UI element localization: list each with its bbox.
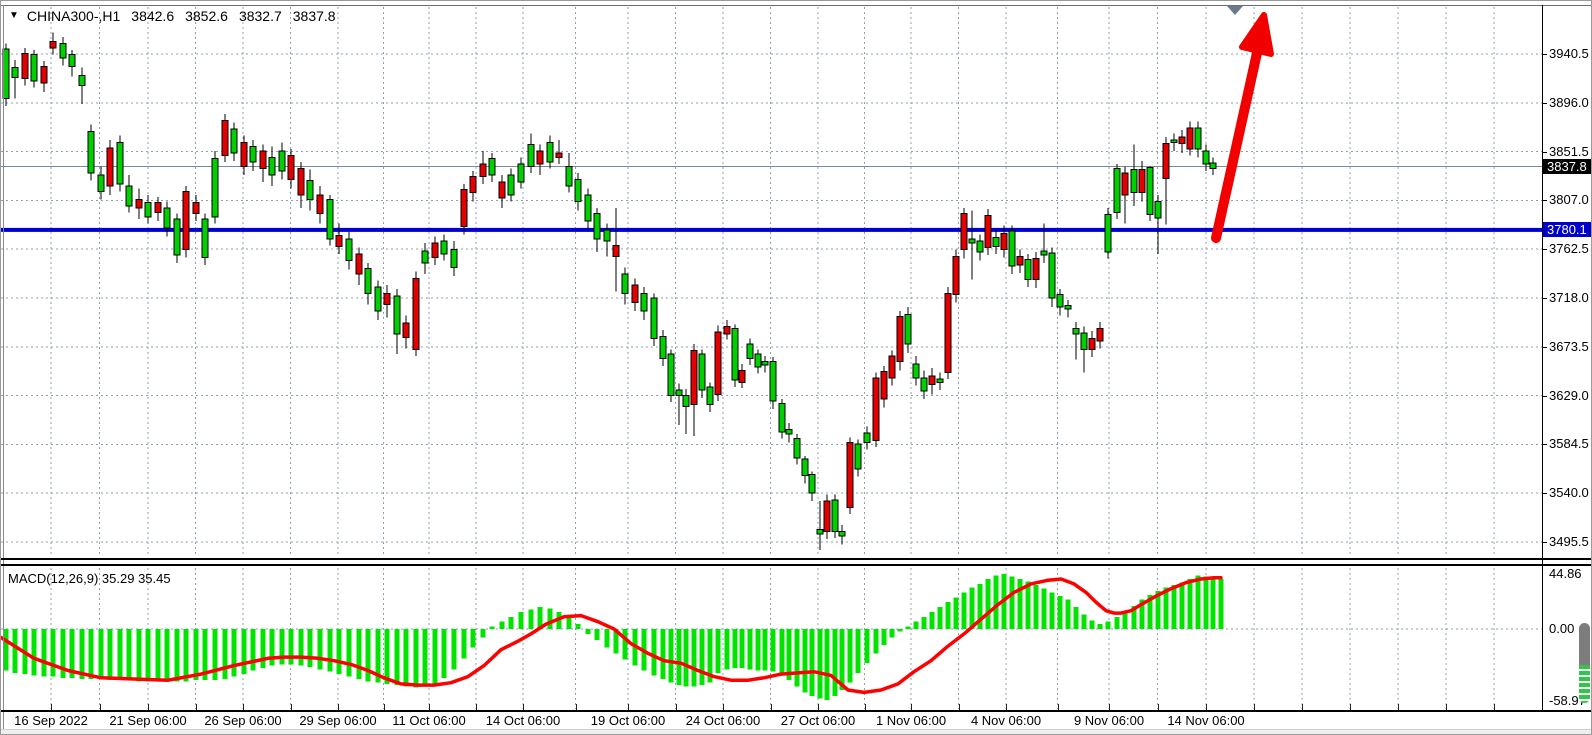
price-axis-border bbox=[1542, 5, 1543, 711]
time-axis-label: 14 Oct 06:00 bbox=[486, 713, 560, 728]
time-axis-tick bbox=[148, 704, 149, 710]
time-axis-tick bbox=[476, 704, 477, 710]
price-axis-label: 3673.5 bbox=[1549, 339, 1589, 354]
price-axis-label: 3896.0 bbox=[1549, 95, 1589, 110]
price-axis-tick bbox=[1542, 103, 1547, 104]
time-axis-tick bbox=[1350, 704, 1351, 710]
time-axis-tick bbox=[100, 704, 101, 710]
price-axis-tick bbox=[1542, 152, 1547, 153]
time-axis-tick bbox=[628, 704, 629, 710]
price-axis-tick bbox=[1542, 396, 1547, 397]
chart-window: ▼ CHINA300-,H1 3842.6 3852.6 3832.7 3837… bbox=[0, 0, 1592, 735]
time-axis-tick bbox=[576, 704, 577, 710]
hline-price-badge: 3780.1 bbox=[1543, 222, 1592, 237]
time-axis-tick bbox=[771, 704, 772, 710]
time-axis-tick bbox=[723, 704, 724, 710]
symbol-period-label: CHINA300-,H1 bbox=[27, 8, 120, 24]
time-axis-label: 26 Sep 06:00 bbox=[204, 713, 281, 728]
time-axis-label: 19 Oct 06:00 bbox=[591, 713, 665, 728]
time-axis-tick bbox=[676, 704, 677, 710]
time-axis-tick bbox=[818, 704, 819, 710]
ohlc-open: 3842.6 bbox=[131, 8, 174, 24]
time-axis-label: 14 Nov 06:00 bbox=[1167, 713, 1244, 728]
time-axis-tick bbox=[429, 704, 430, 710]
price-axis-tick bbox=[1542, 200, 1547, 201]
time-axis-label: 4 Nov 06:00 bbox=[971, 713, 1041, 728]
time-axis-tick bbox=[1006, 704, 1007, 710]
time-axis-label: 1 Nov 06:00 bbox=[876, 713, 946, 728]
time-axis-tick bbox=[1302, 704, 1303, 710]
trend-arrow bbox=[1216, 15, 1271, 238]
price-axis-label: 3629.0 bbox=[1549, 388, 1589, 403]
price-axis-tick bbox=[1542, 347, 1547, 348]
time-axis-tick bbox=[384, 704, 385, 710]
chart-shift-marker-icon[interactable] bbox=[1227, 6, 1243, 15]
time-axis-tick bbox=[1494, 704, 1495, 710]
time-axis-label: 24 Oct 06:00 bbox=[686, 713, 760, 728]
window-bottom-strip bbox=[1, 729, 1592, 735]
time-axis-border bbox=[1, 710, 1592, 712]
time-axis-tick bbox=[51, 704, 52, 710]
scrollbar-thumb-top bbox=[1579, 623, 1590, 665]
time-axis-label: 11 Oct 06:00 bbox=[392, 713, 465, 728]
time-axis-tick bbox=[1206, 704, 1207, 710]
time-axis-tick bbox=[291, 704, 292, 710]
time-axis-tick bbox=[196, 704, 197, 710]
current-price-badge: 3837.8 bbox=[1543, 159, 1592, 174]
ohlc-low: 3832.7 bbox=[239, 8, 282, 24]
macd-indicator-label: MACD(12,26,9) 35.29 35.45 bbox=[8, 571, 171, 586]
price-axis-tick bbox=[1542, 249, 1547, 250]
time-axis-tick bbox=[1058, 704, 1059, 710]
price-axis-label: 3495.5 bbox=[1549, 534, 1589, 549]
time-axis-tick bbox=[959, 704, 960, 710]
time-axis-tick bbox=[1254, 704, 1255, 710]
scrollbar-thumb-stripes bbox=[1579, 665, 1590, 703]
price-axis-tick bbox=[1542, 444, 1547, 445]
price-axis-tick bbox=[1542, 493, 1547, 494]
price-axis-label: 3718.0 bbox=[1549, 290, 1589, 305]
time-axis-tick bbox=[1158, 704, 1159, 710]
time-axis-label: 16 Sep 2022 bbox=[14, 713, 88, 728]
time-axis-tick bbox=[911, 704, 912, 710]
price-axis-tick bbox=[1542, 54, 1547, 55]
price-axis-label: 3584.5 bbox=[1549, 436, 1589, 451]
time-axis-tick bbox=[1398, 704, 1399, 710]
window-left-border bbox=[3, 5, 4, 729]
price-axis-label: 3851.5 bbox=[1549, 144, 1589, 159]
time-axis-tick bbox=[1109, 704, 1110, 710]
time-axis-tick bbox=[865, 704, 866, 710]
price-axis-label: 3807.0 bbox=[1549, 192, 1589, 207]
time-axis-label: 27 Oct 06:00 bbox=[781, 713, 855, 728]
price-axis-tick bbox=[1542, 298, 1547, 299]
time-axis-tick bbox=[338, 704, 339, 710]
price-lines-layer bbox=[1, 167, 1542, 232]
candles-layer bbox=[3, 33, 1216, 551]
symbol-header: ▼ CHINA300-,H1 3842.6 3852.6 3832.7 3837… bbox=[9, 8, 336, 24]
price-axis-label: 3762.5 bbox=[1549, 241, 1589, 256]
macd-layer bbox=[1, 574, 1224, 700]
page-scrollbar-thumb[interactable] bbox=[1579, 623, 1590, 703]
time-axis-label: 9 Nov 06:00 bbox=[1074, 713, 1144, 728]
price-axis-tick bbox=[1542, 542, 1547, 543]
panel-separator-top bbox=[1, 558, 1592, 560]
window-top-border bbox=[1, 5, 1592, 6]
time-axis-tick bbox=[243, 704, 244, 710]
ohlc-high: 3852.6 bbox=[185, 8, 228, 24]
price-axis-label: 3540.0 bbox=[1549, 485, 1589, 500]
time-axis-label: 21 Sep 06:00 bbox=[109, 713, 186, 728]
time-axis-label: 29 Sep 06:00 bbox=[299, 713, 376, 728]
panel-separator-bottom[interactable] bbox=[1, 564, 1592, 566]
macd-axis-label-zero: 0.00 bbox=[1549, 621, 1574, 636]
chart-canvas[interactable] bbox=[1, 1, 1592, 735]
ohlc-close: 3837.8 bbox=[293, 8, 336, 24]
time-axis-tick bbox=[1446, 704, 1447, 710]
price-axis-label: 3940.5 bbox=[1549, 46, 1589, 61]
time-axis-tick bbox=[523, 704, 524, 710]
macd-axis-label-max: 44.86 bbox=[1549, 566, 1582, 581]
symbol-dropdown-icon[interactable]: ▼ bbox=[9, 9, 19, 23]
grid-layer bbox=[1, 7, 1542, 709]
